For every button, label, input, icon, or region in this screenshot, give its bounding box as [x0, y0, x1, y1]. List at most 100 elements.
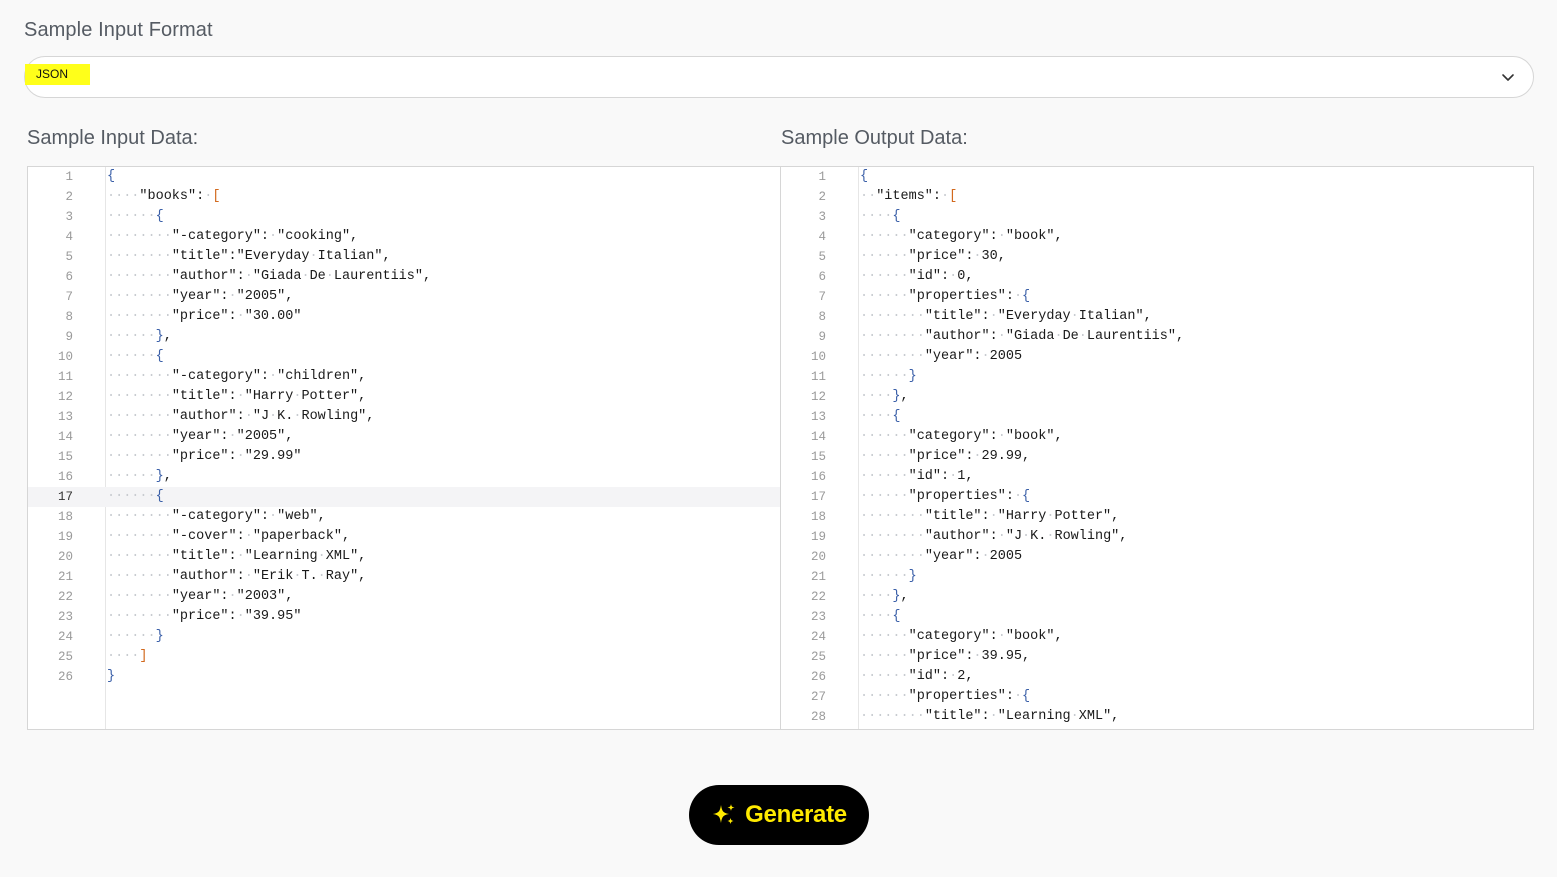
- input-data-label: Sample Input Data:: [27, 127, 199, 149]
- code-line: 9 ······},: [28, 327, 780, 347]
- code-text: ········"-category":·"children",: [107, 369, 367, 384]
- format-selected-value: JSON: [25, 64, 90, 85]
- line-number: 28: [810, 710, 826, 724]
- code-line: 15 ········"price":·"29.99": [28, 447, 780, 467]
- line-number: 22: [57, 590, 73, 604]
- code-line: 10 ······{: [28, 347, 780, 367]
- line-number: 22: [810, 590, 826, 604]
- line-number: 2: [65, 190, 73, 204]
- code-text: ······"price":·29.99,: [860, 449, 1031, 464]
- code-text: ········"author":·"J·K.·Rowling",: [860, 529, 1128, 544]
- code-line: 26}: [28, 667, 780, 687]
- line-number: 24: [57, 630, 73, 644]
- code-line: 18 ········"-category":·"web",: [28, 507, 780, 527]
- code-text: ········"title":·"Learning·XML",: [860, 709, 1120, 724]
- line-number: 8: [818, 310, 826, 324]
- code-text: ······"id":·1,: [860, 469, 974, 484]
- line-number: 25: [57, 650, 73, 664]
- code-text: ········"year":·"2005",: [107, 289, 294, 304]
- code-text: ········"-category":·"web",: [107, 509, 326, 524]
- line-number: 9: [65, 330, 73, 344]
- line-number: 18: [810, 510, 826, 524]
- code-text: ······"price":·39.95,: [860, 649, 1031, 664]
- line-number: 21: [810, 570, 826, 584]
- line-number: 5: [65, 250, 73, 264]
- code-line: 12 ····},: [781, 387, 1533, 407]
- code-text: ······}: [860, 369, 917, 384]
- line-number: 10: [810, 350, 826, 364]
- code-text: ······{: [107, 209, 164, 224]
- code-text: ······"properties":·{: [860, 689, 1031, 704]
- code-line: 23 ········"price":·"39.95": [28, 607, 780, 627]
- line-number: 8: [65, 310, 73, 324]
- code-text: ······"category":·"book",: [860, 229, 1063, 244]
- sparkle-icon: [713, 804, 735, 824]
- code-line: 20 ········"year":·2005: [781, 547, 1533, 567]
- code-text: ····]: [107, 649, 148, 664]
- code-line: 21 ······}: [781, 567, 1533, 587]
- input-code-editor[interactable]: 1{2 ····"books":·[3 ······{4 ········"-cate…: [28, 167, 780, 729]
- code-line: 19 ········"author":·"J·K.·Rowling",: [781, 527, 1533, 547]
- code-line: 20 ········"title":·"Learning·XML",: [28, 547, 780, 567]
- code-line: 14 ······"category":·"book",: [781, 427, 1533, 447]
- line-number: 3: [65, 210, 73, 224]
- code-line: 16 ······"id":·1,: [781, 467, 1533, 487]
- line-number: 27: [810, 690, 826, 704]
- code-text: {: [860, 169, 869, 184]
- code-text: ········"title":"Everyday·Italian",: [107, 249, 391, 264]
- generate-button[interactable]: Generate: [689, 785, 869, 845]
- code-text: ········"title":·"Everyday·Italian",: [860, 309, 1152, 324]
- code-text: ········"-cover":·"paperback",: [107, 529, 351, 544]
- line-number: 1: [818, 170, 826, 184]
- code-line: 15 ······"price":·29.99,: [781, 447, 1533, 467]
- code-text: ········"price":·"29.99": [107, 449, 302, 464]
- code-line: 9 ········"author":·"Giada·De·Laurentiis"…: [781, 327, 1533, 347]
- code-line: 26 ······"id":·2,: [781, 667, 1533, 687]
- code-text: ······"properties":·{: [860, 489, 1031, 504]
- code-text: ········"title":·"Harry·Potter",: [860, 509, 1120, 524]
- code-line: 25 ······"price":·39.95,: [781, 647, 1533, 667]
- format-select[interactable]: JSON: [24, 56, 1534, 98]
- line-number: 26: [810, 670, 826, 684]
- code-line: 12 ········"title":·"Harry·Potter",: [28, 387, 780, 407]
- code-text: ····{: [860, 409, 901, 424]
- code-line: 23 ····{: [781, 607, 1533, 627]
- code-text: {: [107, 169, 116, 184]
- code-line: 3 ····{: [781, 207, 1533, 227]
- line-number: 11: [57, 370, 73, 384]
- line-number: 19: [810, 530, 826, 544]
- code-line: 5 ········"title":"Everyday·Italian",: [28, 247, 780, 267]
- code-text: }: [107, 669, 116, 684]
- code-line: 4 ······"category":·"book",: [781, 227, 1533, 247]
- code-text: ········"year":·2005: [860, 549, 1023, 564]
- code-text: ······}: [107, 629, 164, 644]
- format-label: Sample Input Format: [24, 19, 213, 41]
- line-number: 23: [810, 610, 826, 624]
- code-text: ········"author":·"J·K.·Rowling",: [107, 409, 375, 424]
- code-text: ········"title":·"Harry·Potter",: [107, 389, 367, 404]
- line-number: 3: [818, 210, 826, 224]
- code-line: 7 ········"year":·"2005",: [28, 287, 780, 307]
- code-line: 1{: [28, 167, 780, 187]
- line-number: 15: [810, 450, 826, 464]
- code-line: 8 ········"title":·"Everyday·Italian",: [781, 307, 1533, 327]
- code-line: 14 ········"year":·"2005",: [28, 427, 780, 447]
- line-number: 4: [818, 230, 826, 244]
- code-text: ········"author":·"Giada·De·Laurentiis",: [107, 269, 432, 284]
- code-line: 16 ······},: [28, 467, 780, 487]
- line-number: 14: [810, 430, 826, 444]
- code-line: 6 ········"author":·"Giada·De·Laurentiis"…: [28, 267, 780, 287]
- line-number: 25: [810, 650, 826, 664]
- code-line: 3 ······{: [28, 207, 780, 227]
- line-number: 2: [818, 190, 826, 204]
- code-text: ······{: [107, 489, 164, 504]
- output-code-editor[interactable]: 1{2 ··"items":·[3 ····{4 ······"category":·…: [780, 167, 1533, 729]
- line-number: 13: [810, 410, 826, 424]
- code-line: 5 ······"price":·30,: [781, 247, 1533, 267]
- line-number: 1: [65, 170, 73, 184]
- line-number: 16: [57, 470, 73, 484]
- code-line: 2 ··"items":·[: [781, 187, 1533, 207]
- line-number: 5: [818, 250, 826, 264]
- code-text: ······"category":·"book",: [860, 429, 1063, 444]
- code-line: 10 ········"year":·2005: [781, 347, 1533, 367]
